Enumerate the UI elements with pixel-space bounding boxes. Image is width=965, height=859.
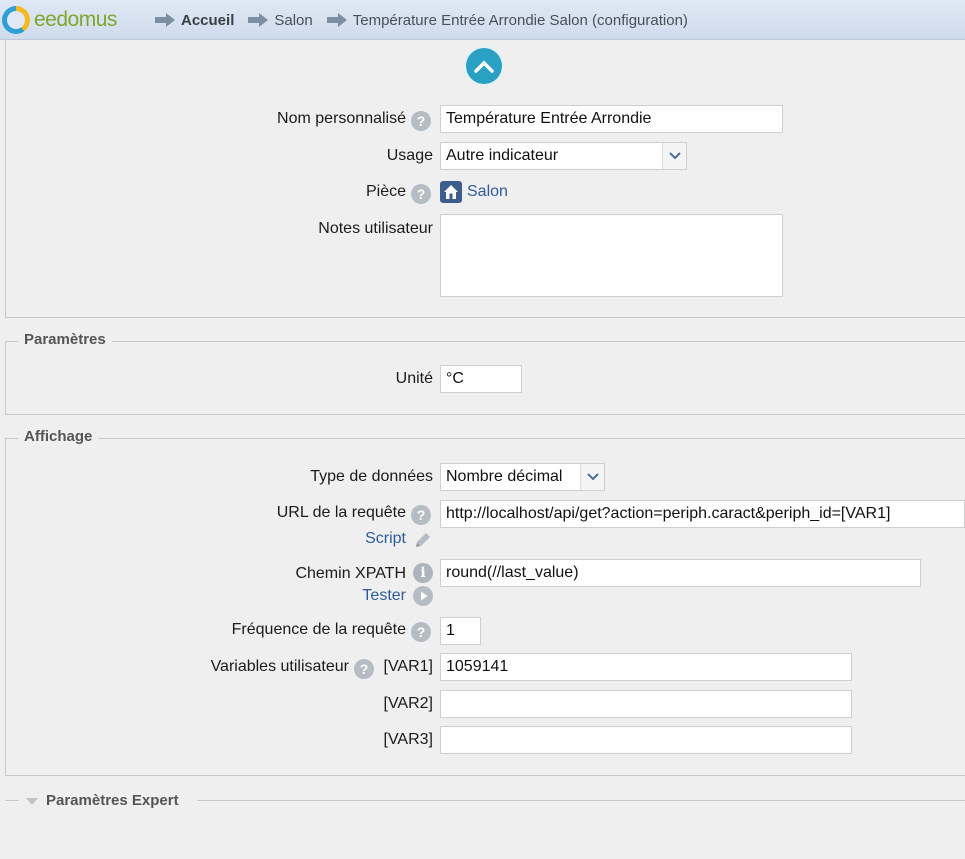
expert-section-toggle[interactable]: Paramètres Expert xyxy=(5,792,965,810)
parametres-legend: Paramètres xyxy=(18,331,112,348)
name-input[interactable]: Température Entrée Arrondie xyxy=(440,105,783,133)
arrow-right-icon xyxy=(326,13,347,27)
usage-select[interactable]: Autre indicateur xyxy=(440,142,687,170)
home-icon xyxy=(440,181,462,203)
expert-legend: Paramètres Expert xyxy=(46,792,179,809)
help-icon[interactable]: ? xyxy=(411,505,431,525)
logo-ring-icon xyxy=(2,6,30,34)
arrow-right-icon xyxy=(155,13,175,27)
freq-input[interactable]: 1 xyxy=(440,617,481,645)
var1-label: [VAR1] xyxy=(383,658,434,675)
notes-textarea[interactable] xyxy=(440,214,783,297)
breadcrumb-label: Salon xyxy=(274,11,313,29)
collapse-up-button[interactable] xyxy=(466,48,502,84)
usage-label: Usage xyxy=(386,147,433,164)
var2-input[interactable] xyxy=(440,690,852,718)
var2-label: [VAR2] xyxy=(383,695,434,712)
breadcrumb-label: Accueil xyxy=(181,11,235,29)
tester-link[interactable]: Tester xyxy=(362,587,406,605)
var3-input[interactable] xyxy=(440,726,852,754)
affichage-legend: Affichage xyxy=(18,428,99,445)
eedomus-logo[interactable]: eedomus xyxy=(2,4,117,36)
pencil-icon[interactable] xyxy=(413,530,433,550)
var1-input[interactable]: 1059141 xyxy=(440,653,852,681)
url-label: URL de la requête xyxy=(276,504,406,521)
xpath-input[interactable]: round(//last_value) xyxy=(440,559,921,587)
datatype-select[interactable]: Nombre décimal xyxy=(440,463,605,491)
divider xyxy=(197,800,965,801)
chevron-down-icon xyxy=(580,464,604,490)
xpath-label: Chemin XPATH xyxy=(295,565,406,582)
freq-label: Fréquence de la requête xyxy=(231,621,406,638)
datatype-label: Type de données xyxy=(310,468,433,485)
breadcrumb-item-salon[interactable]: Salon xyxy=(248,11,313,29)
name-label: Nom personnalisé xyxy=(277,110,406,127)
notes-label: Notes utilisateur xyxy=(318,220,433,237)
unit-input[interactable]: °C xyxy=(440,365,522,393)
vars-label: Variables utilisateur xyxy=(210,658,349,675)
help-icon[interactable]: ? xyxy=(411,111,431,131)
triangle-down-icon xyxy=(26,798,38,805)
help-icon[interactable]: ? xyxy=(411,184,431,204)
datatype-select-value: Nombre décimal xyxy=(446,468,563,485)
var3-label: [VAR3] xyxy=(383,731,434,748)
chevron-down-icon xyxy=(662,143,686,169)
room-label: Pièce xyxy=(365,183,406,200)
logo-text: eedomus xyxy=(34,8,117,31)
breadcrumb-label: Température Entrée Arrondie Salon (confi… xyxy=(352,11,688,29)
arrow-right-icon xyxy=(248,13,269,27)
chevron-up-icon xyxy=(474,60,494,73)
help-icon[interactable]: ? xyxy=(411,622,431,642)
unit-label: Unité xyxy=(395,370,433,387)
url-input[interactable]: http://localhost/api/get?action=periph.c… xyxy=(440,500,965,528)
usage-select-value: Autre indicateur xyxy=(446,147,559,164)
script-link[interactable]: Script xyxy=(365,530,406,548)
breadcrumb-item-accueil[interactable]: Accueil xyxy=(155,12,234,29)
top-bar: eedomus Accueil Salon Température Entrée… xyxy=(0,0,965,40)
play-icon[interactable] xyxy=(413,586,433,606)
help-icon[interactable]: ? xyxy=(354,659,374,679)
breadcrumb-item-current: Température Entrée Arrondie Salon (confi… xyxy=(326,11,688,29)
divider xyxy=(5,800,19,801)
info-icon[interactable]: i xyxy=(413,563,433,583)
room-link[interactable]: Salon xyxy=(467,183,508,201)
breadcrumb: Accueil Salon Température Entrée Arrondi… xyxy=(155,0,702,40)
